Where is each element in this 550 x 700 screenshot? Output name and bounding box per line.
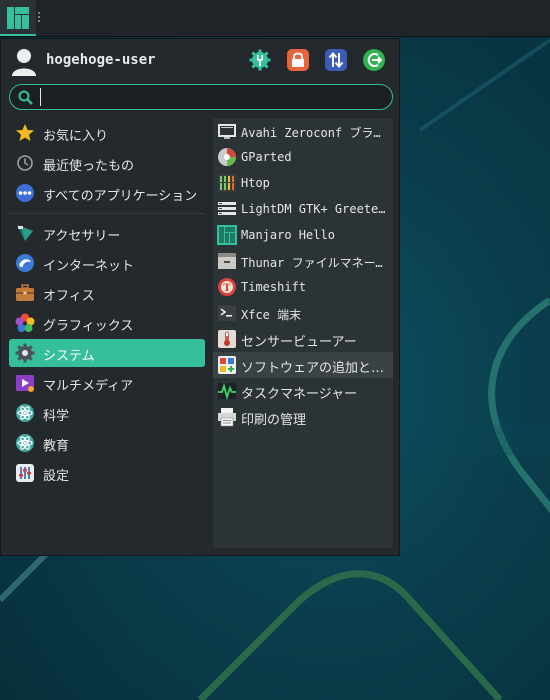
category-item[interactable]: 最近使ったもの (9, 149, 205, 177)
category-item[interactable]: グラフィックス (9, 309, 205, 337)
file-manager-icon (218, 253, 236, 269)
category-label: 設定 (43, 469, 70, 484)
app-list-item[interactable]: Manjaro Hello (213, 222, 393, 248)
app-list-item[interactable]: センサービューアー (213, 326, 393, 352)
logout-icon (367, 53, 383, 67)
username: hogehoge-user (46, 52, 156, 68)
lock-screen-button[interactable] (287, 49, 309, 71)
search-icon (18, 90, 33, 105)
category-label: インターネット (43, 259, 135, 274)
lightdm-icon (218, 202, 236, 215)
manjaro-icon (217, 225, 237, 245)
category-item[interactable]: すべてのアプリケーション (9, 179, 205, 207)
application-list: Avahi Zeroconf ブラウザー GParted Htop LightDM G… (213, 118, 393, 548)
timeshift-icon: T (218, 278, 236, 296)
apps-icon (16, 184, 34, 202)
app-label: Timeshift (241, 280, 307, 294)
settings-icon (249, 49, 271, 71)
accessories-icon (17, 225, 33, 241)
category-label: 教育 (43, 439, 70, 454)
category-item[interactable]: マルチメディア (9, 369, 205, 397)
whisker-menu-button[interactable] (0, 0, 36, 36)
category-separator (9, 213, 205, 214)
switch-user-icon (328, 51, 344, 69)
manjaro-logo-icon (7, 7, 29, 29)
science-icon (16, 404, 34, 422)
category-label: マルチメディア (43, 379, 134, 394)
gparted-icon (218, 148, 236, 166)
user-header: hogehoge-user (1, 39, 401, 83)
search-input[interactable] (40, 88, 384, 106)
app-list-item[interactable]: 印刷の管理 (213, 404, 393, 430)
panel-drag-handle[interactable] (38, 12, 41, 24)
category-label: アクセサリー (43, 229, 121, 244)
app-label: タスクマネージャー (241, 387, 358, 402)
network-browser-icon (218, 124, 236, 139)
category-label: オフィス (43, 289, 95, 304)
app-list-item[interactable]: タスクマネージャー (213, 378, 393, 404)
app-list-item[interactable]: Xfce 端末 (213, 300, 393, 326)
app-label: Xfce 端末 (241, 308, 302, 322)
settings-panel-icon (16, 464, 34, 482)
user-avatar-icon (12, 49, 36, 76)
category-item[interactable]: 科学 (9, 399, 205, 427)
app-list-item[interactable]: Htop (213, 170, 393, 196)
internet-icon (16, 254, 34, 272)
app-label: センサービューアー (241, 335, 357, 350)
settings-button[interactable] (249, 49, 271, 71)
app-label: Manjaro Hello (241, 228, 335, 242)
category-label: 科学 (43, 409, 70, 424)
app-list-item[interactable]: Avahi Zeroconf ブラウザー (213, 118, 393, 144)
lock-icon (292, 52, 304, 67)
app-list-item[interactable]: GParted (213, 144, 393, 170)
svg-text:T: T (223, 283, 231, 294)
graphics-icon (15, 313, 35, 332)
app-list-item[interactable]: T Timeshift (213, 274, 393, 300)
search-box[interactable] (9, 84, 393, 110)
category-item[interactable]: アクセサリー (9, 219, 205, 247)
app-label: Htop (241, 176, 270, 190)
app-label: Thunar ファイルマネージャー (241, 256, 391, 270)
app-label: ソフトウェアの追加と削除 (241, 361, 391, 376)
thermometer-icon (218, 330, 236, 348)
category-item[interactable]: 教育 (9, 429, 205, 457)
star-icon (16, 124, 34, 141)
system-gear-icon (15, 343, 35, 363)
category-item[interactable]: お気に入り (9, 119, 205, 147)
education-icon (16, 434, 34, 452)
application-menu: hogehoge-user お気に入り 最近使ったもの すべてのアプリケーション… (0, 38, 400, 556)
category-label: お気に入り (43, 129, 109, 144)
software-icon (218, 356, 236, 374)
logout-button[interactable] (363, 49, 385, 71)
terminal-icon (218, 305, 236, 321)
category-label: システム (43, 349, 95, 364)
category-label: すべてのアプリケーション (43, 189, 198, 204)
switch-user-button[interactable] (325, 49, 347, 71)
category-label: グラフィックス (43, 319, 134, 334)
category-item[interactable]: インターネット (9, 249, 205, 277)
app-list-item[interactable]: LightDM GTK+ Greeter settings (213, 196, 393, 222)
briefcase-icon (16, 284, 34, 301)
app-list-item[interactable]: ソフトウェアの追加と削除 (213, 352, 393, 378)
htop-icon (218, 174, 236, 192)
category-item[interactable]: システム (9, 339, 205, 367)
printer-icon (218, 408, 236, 427)
app-list-item[interactable]: Thunar ファイルマネージャー (213, 248, 393, 274)
category-label: 最近使ったもの (43, 159, 135, 174)
category-item[interactable]: 設定 (9, 459, 205, 487)
clock-icon (17, 155, 33, 171)
app-label: Avahi Zeroconf ブラウザー (241, 126, 391, 140)
category-item[interactable]: オフィス (9, 279, 205, 307)
task-manager-icon (218, 382, 236, 401)
top-panel (0, 0, 550, 36)
app-label: LightDM GTK+ Greeter settings (241, 202, 391, 216)
app-label: GParted (241, 150, 292, 164)
app-label: 印刷の管理 (241, 413, 307, 428)
multimedia-icon (16, 375, 34, 392)
